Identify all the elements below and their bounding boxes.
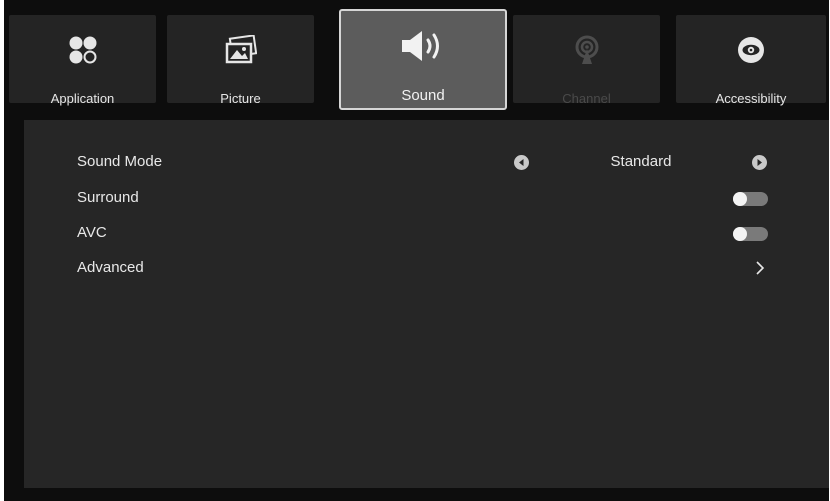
tab-picture-label: Picture — [220, 91, 261, 106]
avc-toggle[interactable] — [733, 227, 768, 241]
setting-row-surround[interactable]: Surround — [24, 186, 829, 210]
toggle-knob — [733, 227, 747, 241]
picture-icon — [167, 33, 314, 67]
surround-label: Surround — [77, 189, 139, 206]
tab-accessibility[interactable]: Accessibility — [676, 15, 826, 106]
tab-picture[interactable]: Picture — [167, 15, 314, 106]
tv-settings-screen: Application Picture Sound Channel Access… — [4, 0, 829, 501]
sound-mode-prev-button[interactable] — [514, 155, 529, 170]
tab-sound[interactable]: Sound — [339, 9, 507, 110]
sound-mode-label: Sound Mode — [77, 153, 163, 170]
arrow-left-icon — [519, 159, 524, 166]
tab-channel[interactable]: Channel — [513, 15, 660, 106]
setting-row-avc[interactable]: AVC — [24, 221, 829, 245]
speaker-icon — [341, 29, 505, 63]
chevron-right-icon — [756, 261, 765, 275]
advanced-label: Advanced — [77, 259, 144, 276]
settings-tab-bar: Application Picture Sound Channel Access… — [4, 0, 829, 120]
setting-row-advanced[interactable]: Advanced — [24, 256, 829, 280]
toggle-knob — [733, 192, 747, 206]
tab-channel-label: Channel — [562, 91, 611, 106]
tab-sound-label: Sound — [401, 87, 445, 104]
sound-settings-panel: Sound Mode Standard Surround AVC Advance… — [24, 120, 829, 488]
eye-icon — [676, 33, 826, 67]
application-icon — [9, 33, 156, 67]
surround-toggle[interactable] — [733, 192, 768, 206]
antenna-icon — [513, 33, 660, 67]
setting-row-sound-mode[interactable]: Sound Mode Standard — [24, 150, 829, 174]
tab-application-label: Application — [50, 91, 115, 106]
sound-mode-next-button[interactable] — [752, 155, 767, 170]
sound-mode-value: Standard — [610, 153, 672, 170]
arrow-right-icon — [757, 159, 762, 166]
tab-accessibility-label: Accessibility — [715, 91, 787, 106]
avc-label: AVC — [77, 224, 107, 241]
tab-application[interactable]: Application — [9, 15, 156, 106]
